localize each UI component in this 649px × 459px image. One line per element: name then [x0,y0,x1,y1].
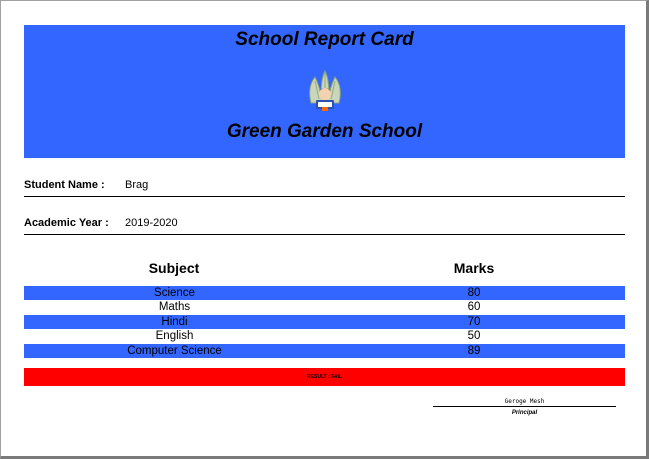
school-logo-icon [309,69,341,111]
principal-signature: Geroge Mesh [504,398,545,405]
academic-year-value: 2019-2020 [125,217,178,229]
subject-cell: Computer Science [127,344,222,357]
table-row: English 50 [24,329,625,343]
marks-cell: 80 [467,287,481,299]
academic-year-row: Academic Year : 2019-2020 [24,216,625,235]
marks-cell: 70 [467,315,481,328]
result-bar: RESULT : FAIL [24,368,625,386]
marks-table: Science 80 Maths 60 Hindi 70 English 50 … [24,286,625,358]
student-name-label: Student Name : [24,179,105,191]
marks-cell: 89 [467,344,481,357]
table-row: Science 80 [24,286,625,301]
table-row: Hindi 70 [24,314,625,330]
student-name-value: Brag [125,179,149,191]
marks-cell: 60 [467,301,481,314]
subject-column-header: Subject [148,260,200,276]
subject-cell: Hindi [161,315,188,328]
principal-title: Principal [511,410,538,416]
table-row: Computer Science 89 [24,343,625,358]
signature-line [433,406,616,407]
subject-cell: English [155,330,194,343]
school-name: Green Garden School [226,121,423,142]
table-row: Maths 60 [24,300,625,314]
marks-cell: 50 [467,330,481,343]
subject-cell: Science [154,287,195,299]
subject-cell: Maths [158,301,191,314]
marks-column-header: Marks [453,260,495,276]
academic-year-label: Academic Year : [24,217,109,229]
student-name-row: Student Name : Brag [24,178,625,197]
header-banner: School Report Card Green Garden School [24,25,625,158]
report-title: School Report Card [235,29,414,50]
report-page: School Report Card Green Garden School S… [0,0,649,459]
